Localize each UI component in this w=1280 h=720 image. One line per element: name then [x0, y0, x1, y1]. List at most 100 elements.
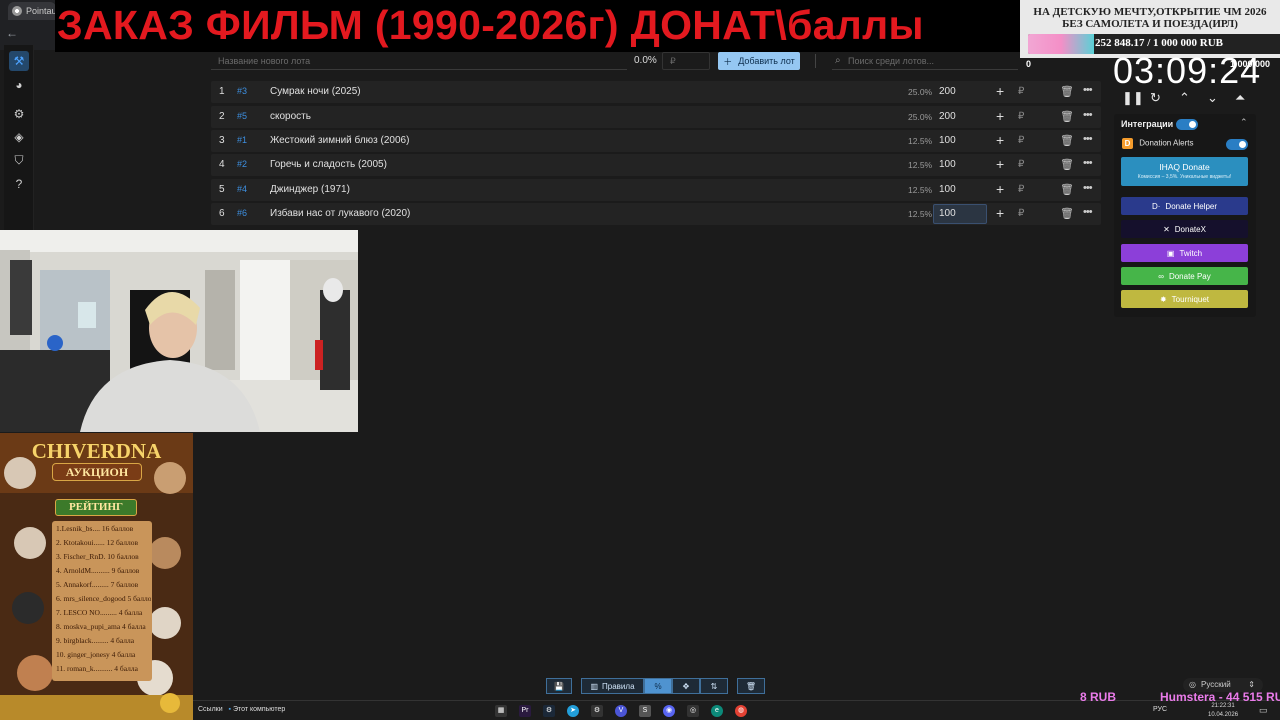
tourniquet-button[interactable]: ✸ Tourniquet — [1121, 290, 1248, 308]
lot-name[interactable]: Избави нас от лукавого (2020) — [270, 208, 410, 219]
trash-icon[interactable]: 🗑 — [1060, 207, 1074, 220]
chrome-icon[interactable]: ◍ — [735, 705, 747, 717]
lot-row[interactable]: 2 #5 скорость 25.0% 200 + ₽ 🗑 ••• — [211, 106, 1101, 128]
sort-icon[interactable]: ⇅ — [700, 678, 728, 694]
site-favicon-icon — [12, 6, 22, 16]
settings-icon[interactable]: ⚙ — [591, 705, 603, 717]
notification-icon[interactable]: ▭ — [1259, 705, 1268, 716]
add-amount-icon[interactable]: + — [996, 205, 1004, 221]
rating-entry: 3. Fischer_RnD. 10 баллов — [56, 552, 139, 561]
lot-amount[interactable]: 200 — [939, 86, 956, 97]
lot-name-input[interactable]: Название нового лота — [211, 52, 627, 70]
chevron-down-icon[interactable]: ⌄ — [1207, 90, 1218, 106]
lot-index: 4 — [219, 159, 225, 170]
language-label: Русский — [1201, 680, 1231, 689]
lot-id: #3 — [237, 86, 248, 96]
lot-row[interactable]: 1 #3 Сумрак ночи (2025) 25.0% 200 + ₽ 🗑 ••• — [211, 81, 1101, 103]
pause-icon[interactable]: ❚❚ — [1122, 90, 1144, 106]
ihaq-donate-button[interactable]: IHAQ Donate Комиссия – 3,5%. Уникальные … — [1121, 157, 1248, 186]
donation-alerts-toggle[interactable] — [1226, 139, 1248, 150]
lot-currency: ₽ — [1018, 208, 1025, 219]
discord-icon[interactable]: ◉ — [663, 705, 675, 717]
lot-name[interactable]: скорость — [270, 111, 311, 122]
lot-row[interactable]: 3 #1 Жестокий зимний блюз (2006) 12.5% 100 +… — [211, 130, 1101, 152]
save-icon[interactable]: 💾 — [546, 678, 572, 694]
more-icon[interactable]: ••• — [1083, 182, 1093, 194]
add-amount-icon[interactable]: + — [996, 181, 1004, 197]
lot-amount-input[interactable]: ₽ — [662, 52, 710, 70]
collapse-icon[interactable]: ⌃ — [1240, 117, 1248, 128]
add-amount-icon[interactable]: + — [996, 156, 1004, 172]
layers-icon[interactable]: ◈ — [11, 129, 27, 145]
donation-alerts-row: D Donation Alerts — [1122, 138, 1194, 149]
add-lot-button[interactable]: ＋ Добавить лот — [718, 52, 800, 70]
tray-lang[interactable]: РУС — [1153, 706, 1167, 713]
more-icon[interactable]: ••• — [1083, 109, 1093, 121]
donate-helper-button[interactable]: D· Donate Helper — [1121, 197, 1248, 215]
lot-amount[interactable]: 200 — [939, 111, 956, 122]
start-icon[interactable]: ▦ — [495, 705, 507, 717]
trash-icon[interactable]: 🗑 — [1060, 183, 1074, 196]
integrations-panel: Интеграции ⌃ D Donation Alerts IHAQ Dona… — [1114, 114, 1256, 317]
lot-currency: ₽ — [1018, 86, 1025, 97]
lot-name[interactable]: Жестокий зимний блюз (2006) — [270, 135, 409, 146]
double-chevron-up-icon[interactable]: ⏶ — [1235, 90, 1245, 106]
taskbar-links[interactable]: Ссылки — [198, 706, 223, 713]
rules-button[interactable]: ▥ Правила — [581, 678, 644, 694]
donatex-button[interactable]: ✕ DonateX — [1121, 220, 1248, 238]
more-icon[interactable]: ••• — [1083, 133, 1093, 145]
wheel-icon[interactable]: ◕ — [11, 77, 27, 93]
browser-tab[interactable]: Pointau — [8, 2, 56, 20]
trash-icon[interactable]: 🗑 — [1060, 85, 1074, 98]
lot-id: #5 — [237, 111, 248, 121]
donate-pay-button[interactable]: ∞ Donate Pay — [1121, 267, 1248, 285]
lot-index: 3 — [219, 135, 225, 146]
more-icon[interactable]: ••• — [1083, 157, 1093, 169]
lot-index: 2 — [219, 111, 225, 122]
reset-icon[interactable]: ↻ — [1150, 90, 1161, 106]
lot-name[interactable]: Сумрак ночи (2025) — [270, 86, 361, 97]
vpn-icon[interactable]: V — [615, 705, 627, 717]
gear-icon[interactable]: ⚙ — [11, 106, 27, 122]
obs-icon[interactable]: ◎ — [687, 705, 699, 717]
lot-search-input[interactable]: ⌕ Поиск среди лотов... — [832, 52, 1018, 70]
help-icon[interactable]: ? — [11, 176, 27, 192]
telegram-icon[interactable]: ➤ — [567, 705, 579, 717]
more-icon[interactable]: ••• — [1083, 206, 1093, 218]
lot-amount[interactable]: 100 — [939, 184, 956, 195]
add-amount-icon[interactable]: + — [996, 132, 1004, 148]
integrations-toggle[interactable] — [1176, 119, 1198, 130]
edge-icon[interactable]: e — [711, 705, 723, 717]
lot-index: 1 — [219, 86, 225, 97]
add-amount-icon[interactable]: + — [996, 83, 1004, 99]
lot-amount[interactable]: 100 — [939, 208, 956, 219]
taskbar-computer[interactable]: Этот компьютер — [233, 706, 285, 713]
steam-icon[interactable]: ⚙ — [543, 705, 555, 717]
chevron-up-icon[interactable]: ⌃ — [1179, 90, 1190, 106]
lot-id: #6 — [237, 208, 248, 218]
donation-alerts-label: Donation Alerts — [1139, 138, 1194, 148]
delete-all-icon[interactable]: 🗑 — [737, 678, 765, 694]
trash-icon[interactable]: 🗑 — [1060, 110, 1074, 123]
premiere-icon[interactable]: Pr — [519, 705, 531, 717]
taskbar-clock[interactable]: 21:22:31 10.04.2026 — [1208, 702, 1238, 720]
app-s-icon[interactable]: S — [639, 705, 651, 717]
lot-amount[interactable]: 100 — [939, 135, 956, 146]
shield-icon[interactable]: ⛉ — [11, 152, 27, 168]
trash-icon[interactable]: 🗑 — [1060, 134, 1074, 147]
auction-hammer-icon[interactable]: ⚒ — [9, 51, 29, 71]
twitch-button[interactable]: ▣ Twitch — [1121, 244, 1248, 262]
lot-row[interactable]: 5 #4 Джинджер (1971) 12.5% 100 + ₽ 🗑 ••• — [211, 179, 1101, 201]
percent-mode-button[interactable]: % — [644, 678, 672, 694]
move-icon[interactable]: ✥ — [672, 678, 700, 694]
back-arrow-icon[interactable]: ← — [6, 26, 18, 40]
lot-row[interactable]: 4 #2 Горечь и сладость (2005) 12.5% 100 + ₽ 🗑 ••… — [211, 154, 1101, 176]
lot-name[interactable]: Горечь и сладость (2005) — [270, 159, 387, 170]
lot-amount[interactable]: 100 — [939, 159, 956, 170]
more-icon[interactable]: ••• — [1083, 84, 1093, 96]
trash-icon[interactable]: 🗑 — [1060, 158, 1074, 171]
lot-row[interactable]: 6 #6 Избави нас от лукавого (2020) 12.5% 100… — [211, 203, 1101, 225]
donate-pay-label: Donate Pay — [1168, 271, 1211, 281]
lot-name[interactable]: Джинджер (1971) — [270, 184, 350, 195]
add-amount-icon[interactable]: + — [996, 108, 1004, 124]
